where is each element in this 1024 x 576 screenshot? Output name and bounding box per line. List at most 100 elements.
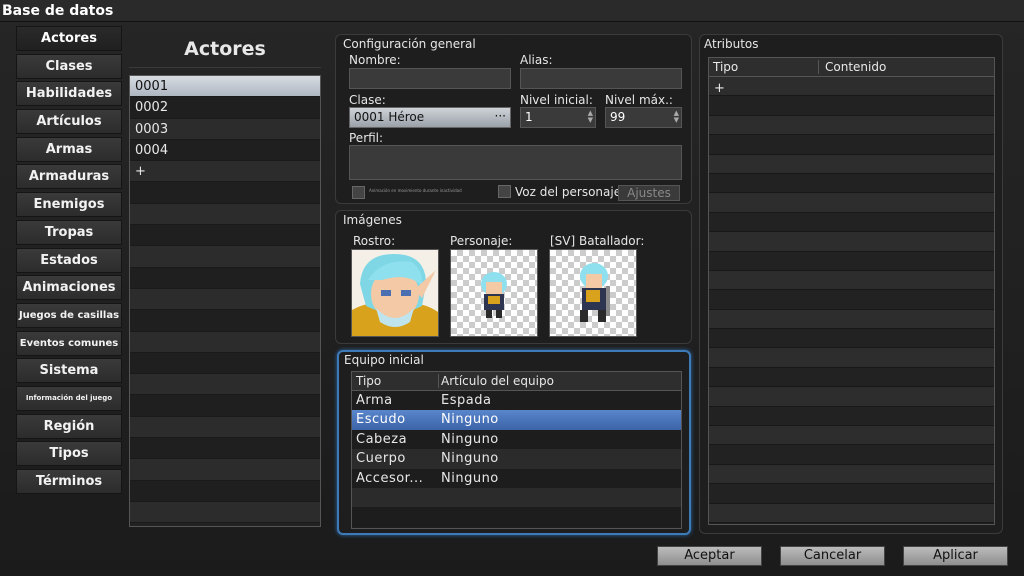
actor-list-panel: Actores 0001 0002 0003 0004 +	[129, 30, 321, 530]
empty-row	[709, 445, 994, 465]
empty-row	[709, 484, 994, 504]
empty-row	[709, 251, 994, 271]
max-level-label: Nivel máx.:	[605, 93, 673, 107]
actor-row[interactable]: 0002	[130, 97, 320, 119]
empty-row	[709, 426, 994, 446]
empty-row	[130, 246, 320, 268]
empty-row	[709, 96, 994, 116]
profile-textarea[interactable]	[349, 145, 682, 180]
empty-row	[709, 309, 994, 330]
battler-image[interactable]	[549, 249, 637, 337]
character-label: Personaje:	[450, 234, 513, 248]
equipment-table-header: Tipo Artículo del equipo	[352, 372, 681, 391]
col-item-header: Artículo del equipo	[438, 374, 554, 388]
category-15[interactable]: Tipos	[16, 441, 122, 467]
category-14[interactable]: Región	[16, 413, 122, 439]
empty-row	[130, 203, 320, 226]
actor-row[interactable]: 0001	[130, 76, 320, 98]
empty-row	[130, 182, 320, 204]
general-settings-group: Configuración general Nombre: Alias: Cla…	[335, 34, 692, 204]
category-0[interactable]: Actores	[16, 26, 122, 51]
equipment-type: Cuerpo	[356, 451, 406, 467]
equipment-rows: Arma Espada Escudo Ninguno Cabeza Ninguno Cuer…	[352, 391, 681, 527]
category-9[interactable]: Animaciones	[16, 275, 122, 301]
attributes-table: Tipo Contenido +	[708, 57, 995, 525]
face-image[interactable]	[351, 249, 439, 337]
empty-row	[130, 352, 320, 375]
class-value: 0001 Héroe	[354, 110, 425, 124]
actor-row[interactable]: 0004	[130, 139, 320, 162]
apply-button[interactable]: Aplicar	[903, 546, 1008, 566]
equipment-row[interactable]: Cabeza Ninguno	[352, 429, 681, 450]
cancel-button[interactable]: Cancelar	[780, 546, 885, 566]
empty-row	[709, 115, 994, 136]
category-1[interactable]: Clases	[16, 53, 122, 79]
add-attribute-row[interactable]: +	[709, 77, 994, 97]
category-11[interactable]: Eventos comunes	[16, 330, 122, 356]
battler-sprite-icon	[580, 263, 610, 322]
col-type-header: Tipo	[356, 374, 382, 388]
equipment-row[interactable]: Cuerpo Ninguno	[352, 449, 681, 469]
empty-row	[130, 480, 320, 502]
ok-button[interactable]: Aceptar	[657, 546, 762, 566]
attributes-title: Atributos	[704, 37, 759, 51]
empty-row	[352, 507, 681, 527]
empty-row	[709, 232, 994, 252]
empty-row	[352, 487, 681, 508]
actor-row[interactable]: 0003	[130, 118, 320, 140]
class-label: Clase:	[349, 93, 386, 107]
empty-row	[709, 212, 994, 233]
category-13[interactable]: Información del juego	[16, 385, 122, 411]
empty-row	[709, 503, 994, 523]
equipment-item: Ninguno	[441, 451, 499, 467]
empty-row	[130, 459, 320, 481]
spinner-arrows-icon[interactable]: ▲ ▼	[674, 110, 679, 124]
empty-row	[130, 374, 320, 396]
equipment-row[interactable]: Arma Espada	[352, 391, 681, 411]
initial-level-spinner[interactable]: 1 ▲ ▼	[520, 107, 596, 128]
equipment-type: Accesor...	[356, 470, 424, 486]
name-label: Nombre:	[349, 53, 401, 67]
initial-level-label: Nivel inicial:	[520, 93, 593, 107]
add-actor-row[interactable]: +	[130, 161, 320, 183]
empty-row	[130, 395, 320, 417]
voice-settings-button[interactable]: Ajustes	[618, 185, 680, 201]
empty-row	[130, 416, 320, 439]
category-12[interactable]: Sistema	[16, 358, 122, 384]
empty-row	[709, 193, 994, 213]
category-8[interactable]: Estados	[16, 247, 122, 273]
category-2[interactable]: Habilidades	[16, 81, 122, 107]
empty-row	[709, 270, 994, 291]
category-7[interactable]: Tropas	[16, 219, 122, 245]
category-6[interactable]: Enemigos	[16, 192, 122, 218]
empty-row	[709, 406, 994, 427]
empty-row	[709, 154, 994, 174]
equipment-row[interactable]: Accesor... Ninguno	[352, 468, 681, 488]
equipment-type: Escudo	[356, 412, 406, 428]
empty-row	[130, 310, 320, 332]
idle-animation-checkbox[interactable]	[352, 186, 365, 199]
equipment-item: Ninguno	[441, 470, 499, 486]
character-sprite-image[interactable]	[450, 249, 538, 337]
character-sprite-icon	[481, 272, 507, 318]
voice-label: Voz del personaje	[515, 185, 622, 199]
empty-row	[709, 173, 994, 194]
voice-checkbox[interactable]	[498, 185, 511, 198]
equipment-row[interactable]: Escudo Ninguno	[352, 410, 681, 430]
equipment-type: Cabeza	[356, 431, 408, 447]
category-4[interactable]: Armas	[16, 136, 122, 162]
empty-row	[709, 329, 994, 349]
attribute-rows: +	[709, 77, 994, 523]
category-10[interactable]: Juegos de casillas	[16, 302, 122, 328]
category-3[interactable]: Artículos	[16, 109, 122, 135]
spinner-arrows-icon[interactable]: ▲ ▼	[588, 110, 593, 124]
attr-col-type-header: Tipo	[713, 60, 739, 74]
category-5[interactable]: Armaduras	[16, 164, 122, 190]
actor-list-title: Actores	[129, 30, 321, 68]
empty-row	[709, 135, 994, 155]
max-level-spinner[interactable]: 99 ▲ ▼	[605, 107, 682, 128]
alias-field[interactable]	[520, 68, 682, 89]
class-select[interactable]: 0001 Héroe ···	[349, 107, 511, 128]
category-16[interactable]: Términos	[16, 469, 122, 494]
name-field[interactable]	[349, 68, 511, 89]
